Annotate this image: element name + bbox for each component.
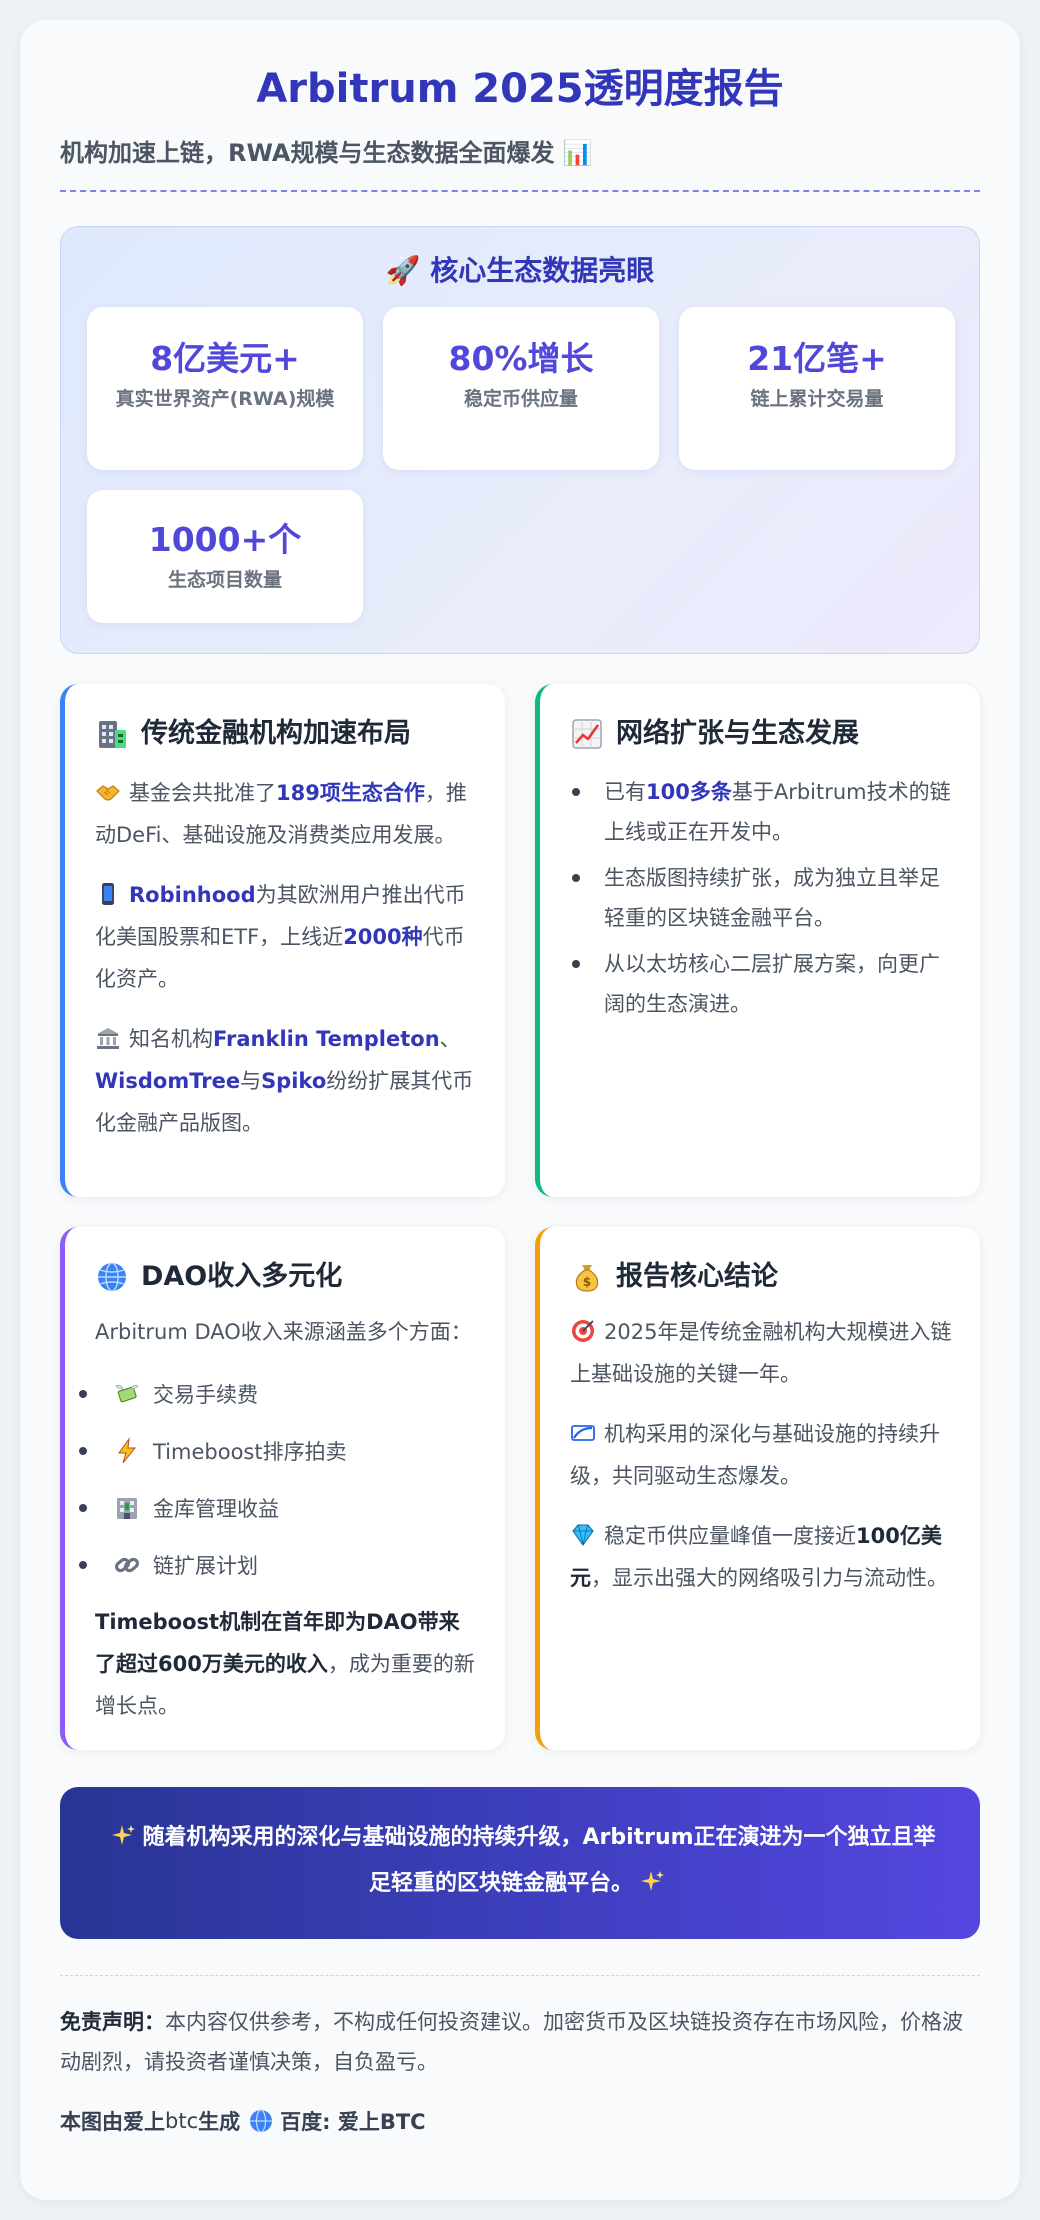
stat-value: 21亿笔+ [747, 339, 887, 378]
stat-value: 1000+个 [148, 520, 302, 559]
list-item: 从以太坊核心二层扩展方案，向更广阔的生态演进。 [572, 944, 952, 1024]
page-subtitle: 机构加速上链，RWA规模与生态数据全面爆发 📊 [60, 139, 593, 167]
sparkles-icon [641, 1871, 664, 1891]
stat-label: 生态项目数量 [167, 569, 282, 591]
dao-card-title: DAO收入多元化 [95, 1257, 477, 1297]
conclusion-paragraph-2: 机构采用的深化与基础设施的持续升级，共同驱动生态爆发。 [570, 1422, 940, 1488]
conclusion-card-title: $ 报告核心结论 [570, 1257, 952, 1297]
expansion-card: 网络扩张与生态发展 已有100多条基于Arbitrum技术的链上线或正在开发中。… [535, 684, 980, 1197]
handshake-icon [96, 785, 120, 801]
conclusion-card: $ 报告核心结论 2025年是传统金融机构大规模进入链上基础设施的关键一年。 机… [535, 1227, 980, 1750]
asset-managers-paragraph: 知名机构Franklin Templeton、WisdomTree与Spiko纷… [95, 1027, 474, 1135]
stat-value: 80%增长 [448, 339, 594, 378]
list-item: 金库管理收益 [79, 1479, 477, 1536]
partnership-paragraph: 基金会共批准了189项生态合作，推动DeFi、基础设施及消费类应用发展。 [95, 781, 467, 847]
money-bag-icon: $ [575, 1265, 599, 1292]
list-item: Timeboost排序拍卖 [79, 1422, 477, 1479]
chart-increasing-icon [572, 719, 602, 749]
footer-divider [60, 1975, 980, 1976]
chain-link-icon [114, 1557, 140, 1572]
stat-value: 8亿美元+ [150, 339, 300, 378]
dao-revenue-list: 交易手续费 Timeboost排序拍卖 金库管理收益 链扩展计划 [79, 1365, 477, 1593]
highlight-partnerships: 189项生态合作 [276, 781, 425, 805]
robinhood-paragraph: Robinhood为其欧洲用户推出代币化美国股票和ETF，上线近2000种代币化… [95, 883, 466, 991]
institutions-title-text: 传统金融机构加速布局 [141, 718, 411, 749]
stat-card-projects: 1000+个 生态项目数量 [87, 490, 363, 623]
institutions-card: 传统金融机构加速布局 基金会共批准了189项生态合作，推动DeFi、基础设施及消… [60, 684, 505, 1197]
classical-building-icon [97, 1028, 119, 1049]
stat-label: 真实世界资产(RWA)规模 [115, 388, 335, 410]
dao-summary: Timeboost机制在首年即为DAO带来了超过600万美元的收入，成为重要的新… [95, 1610, 475, 1718]
credit-line: 本图由爱上 btc 生成 百度: 爱上BTC [60, 2109, 426, 2134]
highlight-100-chains: 100多条 [646, 780, 732, 804]
dao-title-text: DAO收入多元化 [141, 1261, 343, 1292]
rising-trend-icon [571, 1425, 595, 1441]
list-item: 生态版图持续扩张，成为独立且举足轻重的区块链金融平台。 [572, 858, 952, 938]
list-item: 已有100多条基于Arbitrum技术的链上线或正在开发中。 [572, 772, 952, 852]
highlight-wisdomtree: WisdomTree [95, 1069, 241, 1093]
svg-text:$: $ [583, 1275, 591, 1289]
stat-card-rwa: 8亿美元+ 真实世界资产(RWA)规模 [87, 307, 363, 470]
stat-label: 链上累计交易量 [750, 388, 884, 410]
highlight-franklin: Franklin Templeton [213, 1027, 440, 1051]
mobile-phone-icon [102, 883, 114, 905]
conclusion-paragraph-3: 稳定币供应量峰值一度接近100亿美元，显示出强大的网络吸引力与流动性。 [570, 1524, 948, 1590]
dao-revenue-card: DAO收入多元化 Arbitrum DAO收入来源涵盖多个方面： 交易手续费 T… [60, 1227, 505, 1750]
summary-banner: 随着机构采用的深化与基础设施的持续升级，Arbitrum正在演进为一个独立且举足… [60, 1787, 980, 1939]
highlight-spiko: Spiko [261, 1069, 327, 1093]
target-icon [572, 1320, 594, 1342]
lightning-icon [118, 1436, 137, 1463]
sparkles-icon [112, 1825, 136, 1845]
expansion-card-title: 网络扩张与生态发展 [570, 714, 952, 754]
cards-row-2: DAO收入多元化 Arbitrum DAO收入来源涵盖多个方面： 交易手续费 T… [60, 1227, 980, 1750]
core-data-panel: 🚀 核心生态数据亮眼 8亿美元+ 真实世界资产(RWA)规模 80%增长 稳定币… [60, 226, 980, 654]
stat-label: 稳定币供应量 [463, 388, 578, 410]
globe-icon [98, 1262, 126, 1292]
report-page: Arbitrum 2025透明度报告 机构加速上链，RWA规模与生态数据全面爆发… [20, 20, 1020, 2200]
highlight-robinhood: Robinhood [129, 883, 256, 907]
expansion-list: 已有100多条基于Arbitrum技术的链上线或正在开发中。 生态版图持续扩张，… [570, 772, 952, 1024]
list-item: 交易手续费 [79, 1365, 477, 1422]
bank-building-icon [117, 1497, 137, 1519]
globe-icon [250, 2109, 273, 2133]
stat-card-stablecoin: 80%增长 稳定币供应量 [383, 307, 659, 470]
banner-text: 随着机构采用的深化与基础设施的持续升级，Arbitrum正在演进为一个独立且举足… [142, 1825, 936, 1896]
stats-grid: 8亿美元+ 真实世界资产(RWA)规模 80%增长 稳定币供应量 21亿笔+ 链… [87, 307, 955, 623]
office-building-icon [99, 721, 126, 748]
disclaimer: 免责声明：本内容仅供参考，不构成任何投资建议。加密货币及区块链投资存在市场风险，… [60, 2010, 963, 2074]
conclusion-title-text: 报告核心结论 [616, 1261, 778, 1292]
list-item: 链扩展计划 [79, 1536, 477, 1593]
cards-row-1: 传统金融机构加速布局 基金会共批准了189项生态合作，推动DeFi、基础设施及消… [60, 684, 980, 1197]
money-with-wings-icon [115, 1384, 139, 1402]
dao-intro: Arbitrum DAO收入来源涵盖多个方面： [95, 1320, 472, 1344]
core-data-title: 🚀 核心生态数据亮眼 [385, 254, 655, 287]
page-title: Arbitrum 2025透明度报告 [256, 66, 784, 112]
gem-stone-icon [572, 1524, 594, 1546]
conclusion-paragraph-1: 2025年是传统金融机构大规模进入链上基础设施的关键一年。 [570, 1320, 952, 1386]
dashed-divider [60, 190, 980, 192]
stat-card-transactions: 21亿笔+ 链上累计交易量 [679, 307, 955, 470]
institutions-card-title: 传统金融机构加速布局 [95, 714, 477, 754]
highlight-2000: 2000种 [343, 925, 423, 949]
expansion-title-text: 网络扩张与生态发展 [616, 718, 859, 749]
